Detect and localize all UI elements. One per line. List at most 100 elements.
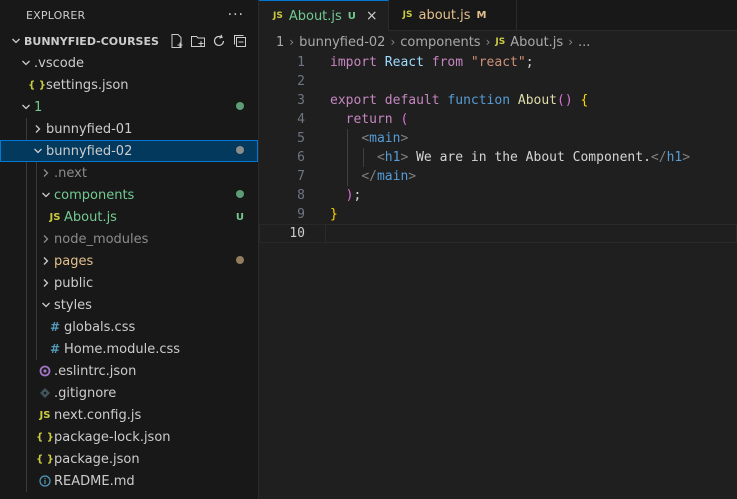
indent-guide xyxy=(36,294,37,316)
line-number: 10 xyxy=(289,226,305,241)
js-file-icon: JS xyxy=(39,409,51,421)
tree-file-next-config-js[interactable]: JS next.config.js xyxy=(0,404,258,426)
tree-folder-public[interactable]: public xyxy=(0,272,258,294)
tree-folder-components[interactable]: components xyxy=(0,184,258,206)
chevron-down-icon xyxy=(30,146,46,156)
tree-item-label: node_modules xyxy=(54,231,149,247)
breadcrumb-item[interactable]: ... xyxy=(578,35,590,50)
explorer-title: EXPLORER xyxy=(26,8,86,22)
code-content: } xyxy=(330,207,338,222)
indent-guide xyxy=(36,162,37,184)
tab-about-js-components[interactable]: JS About.js U × xyxy=(259,0,389,31)
workspace-root-header[interactable]: BUNNYFIED-COURSES xyxy=(0,30,258,52)
code-content: <main> xyxy=(361,131,409,146)
breadcrumb-item[interactable]: About.js xyxy=(510,35,563,50)
tree-item-label: package.json xyxy=(54,451,140,467)
indent-guide xyxy=(26,404,27,426)
tree-item-label: README.md xyxy=(54,473,135,489)
untracked-badge: U xyxy=(347,10,356,22)
chevron-right-icon xyxy=(38,256,54,266)
tree-item-label: settings.json xyxy=(46,77,129,93)
tree-item-label: .next xyxy=(54,165,87,181)
indent-guide xyxy=(26,316,27,338)
tree-file-package-lock-json[interactable]: { } package-lock.json xyxy=(0,426,258,448)
css-file-icon: # xyxy=(49,342,61,356)
chevron-right-icon xyxy=(38,234,54,244)
tree-item-label: pages xyxy=(54,253,94,269)
line-number: 7 xyxy=(297,169,305,184)
refresh-icon[interactable] xyxy=(211,33,227,49)
tree-file-eslintrc-json[interactable]: .eslintrc.json xyxy=(0,360,258,382)
code-line: 1 import React from "react"; xyxy=(259,53,737,72)
code-line: 5 <main> xyxy=(259,129,737,148)
tree-folder-vscode[interactable]: .vscode xyxy=(0,52,258,74)
tree-file-readme-md[interactable]: README.md xyxy=(0,470,258,492)
code-content: export default function About() { xyxy=(330,93,589,108)
chevron-right-icon xyxy=(30,124,46,134)
tree-file-package-json[interactable]: { } package.json xyxy=(0,448,258,470)
line-number: 3 xyxy=(297,93,305,108)
code-line: 9 } xyxy=(259,205,737,224)
line-number: 4 xyxy=(297,112,305,127)
code-content: </main> xyxy=(361,169,417,184)
chevron-right-icon: › xyxy=(568,35,573,49)
eslint-file-icon xyxy=(36,365,54,377)
tree-folder-pages[interactable]: pages xyxy=(0,250,258,272)
breadcrumb-item[interactable]: components xyxy=(400,35,480,50)
code-content: return ( xyxy=(345,112,409,127)
explorer-actions xyxy=(169,33,258,49)
more-actions-icon[interactable]: ··· xyxy=(228,7,244,23)
json-file-icon: { } xyxy=(36,453,54,465)
line-number: 1 xyxy=(297,55,305,70)
tree-folder-styles[interactable]: styles xyxy=(0,294,258,316)
code-line: 7 </main> xyxy=(259,167,737,186)
tree-folder-node-modules[interactable]: node_modules xyxy=(0,228,258,250)
code-content: import React from "react"; xyxy=(330,55,534,70)
breadcrumb-item[interactable]: 1 xyxy=(276,35,284,50)
chevron-down-icon xyxy=(38,190,54,200)
tree-file-settings-json[interactable]: { } settings.json xyxy=(0,74,258,96)
tab-label: About.js xyxy=(288,8,342,24)
code-line: 2 xyxy=(259,72,737,91)
breadcrumb-item[interactable]: bunnyfied-02 xyxy=(299,35,385,50)
new-file-icon[interactable] xyxy=(169,33,185,49)
js-file-icon: JS xyxy=(402,10,413,20)
chevron-down-icon xyxy=(8,36,24,46)
tree-item-label: styles xyxy=(54,297,92,313)
tree-item-label: 1 xyxy=(34,99,43,115)
tree-file-gitignore[interactable]: .gitignore xyxy=(0,382,258,404)
indent-guide xyxy=(36,272,37,294)
breadcrumb: 1 › bunnyfied-02 › components › JS About… xyxy=(259,31,737,53)
code-editor[interactable]: 1 import React from "react"; 2 3 export … xyxy=(259,53,737,499)
close-icon[interactable]: × xyxy=(366,8,378,24)
new-folder-icon[interactable] xyxy=(190,33,206,49)
modified-dot-icon xyxy=(236,255,244,267)
chevron-down-icon xyxy=(18,58,34,68)
tree-folder-next[interactable]: .next xyxy=(0,162,258,184)
info-icon xyxy=(36,475,54,487)
indent-guide xyxy=(26,338,27,360)
line-number: 2 xyxy=(297,74,305,89)
collapse-all-icon[interactable] xyxy=(232,33,248,49)
explorer-sidebar: EXPLORER ··· BUNNYFIED-COURSES .vscode {… xyxy=(0,0,259,499)
tree-folder-bunnyfied-02[interactable]: bunnyfied-02 xyxy=(0,140,258,162)
git-file-icon xyxy=(36,387,54,399)
indent-guide xyxy=(36,338,37,360)
tree-folder-1[interactable]: 1 xyxy=(0,96,258,118)
indent-guide xyxy=(26,294,27,316)
indent-guide xyxy=(36,228,37,250)
code-line: 4 return ( xyxy=(259,110,737,129)
tree-file-home-module-css[interactable]: # Home.module.css xyxy=(0,338,258,360)
chevron-down-icon xyxy=(38,300,54,310)
tree-file-about-js[interactable]: JS About.js U xyxy=(0,206,258,228)
tab-about-js-pages[interactable]: JS about.js M xyxy=(389,0,518,30)
indent-guide xyxy=(36,316,37,338)
indent-guide xyxy=(26,184,27,206)
modified-badge: M xyxy=(476,9,487,21)
tree-file-globals-css[interactable]: # globals.css xyxy=(0,316,258,338)
tree-folder-bunnyfied-01[interactable]: bunnyfied-01 xyxy=(0,118,258,140)
chevron-down-icon xyxy=(18,102,34,112)
modified-dot-icon xyxy=(236,145,244,157)
chevron-right-icon: › xyxy=(289,35,295,49)
untracked-dot-icon xyxy=(236,101,244,113)
